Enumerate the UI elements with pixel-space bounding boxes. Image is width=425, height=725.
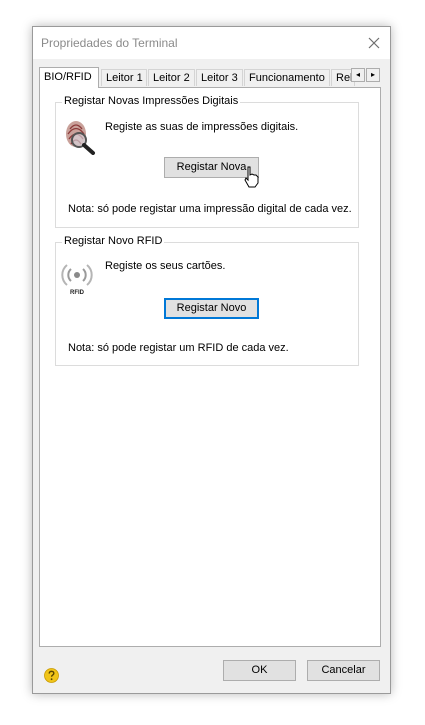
cancel-button[interactable]: Cancelar bbox=[307, 660, 380, 681]
tab-bio-rfid[interactable]: BIO/RFID bbox=[39, 67, 99, 88]
fingerprint-note: Nota: só pode registar uma impressão dig… bbox=[68, 203, 352, 215]
hand-cursor-icon bbox=[244, 166, 259, 188]
terminal-properties-dialog: Propriedades do Terminal BIO/RFID Leitor… bbox=[32, 26, 391, 694]
rfid-description: Registe os seus cartões. bbox=[105, 260, 226, 272]
title-bar: Propriedades do Terminal bbox=[33, 27, 390, 59]
fingerprint-description: Registe as suas de impressões digitais. bbox=[105, 121, 299, 133]
tab-funcionamento[interactable]: Funcionamento bbox=[244, 69, 330, 86]
group-title-rfid: Registar Novo RFID bbox=[62, 235, 165, 247]
rfid-icon-label: RFID bbox=[70, 290, 85, 296]
tab-label: Funcionamento bbox=[249, 72, 325, 84]
close-icon[interactable] bbox=[365, 34, 383, 52]
tab-scroll-buttons: ◂ ▸ bbox=[351, 68, 382, 83]
tab-label: Leitor 1 bbox=[106, 72, 143, 84]
window-title: Propriedades do Terminal bbox=[41, 36, 178, 50]
group-fingerprint: Registar Novas Impressões Digitais Regis… bbox=[55, 95, 359, 228]
tab-scroll-right-icon[interactable]: ▸ bbox=[366, 68, 380, 82]
tab-leitor-2[interactable]: Leitor 2 bbox=[148, 69, 195, 86]
rfid-icon: RFID bbox=[61, 264, 93, 296]
group-rfid: Registar Novo RFID RFID Registe os seus … bbox=[55, 235, 359, 366]
tab-scroll-left-icon[interactable]: ◂ bbox=[351, 68, 365, 82]
ok-button[interactable]: OK bbox=[223, 660, 296, 681]
tab-strip: BIO/RFID Leitor 1 Leitor 2 Leitor 3 Func… bbox=[39, 67, 382, 88]
help-icon[interactable] bbox=[44, 668, 59, 683]
tab-label: Leitor 3 bbox=[201, 72, 238, 84]
tab-leitor-1[interactable]: Leitor 1 bbox=[101, 69, 147, 86]
group-title-fingerprint: Registar Novas Impressões Digitais bbox=[62, 95, 241, 107]
tab-label: BIO/RFID bbox=[44, 71, 92, 83]
tab-label: Leitor 2 bbox=[153, 72, 190, 84]
rfid-note: Nota: só pode registar um RFID de cada v… bbox=[68, 342, 289, 354]
register-rfid-button[interactable]: Registar Novo bbox=[164, 298, 259, 319]
tab-leitor-3[interactable]: Leitor 3 bbox=[196, 69, 243, 86]
tab-panel-bio-rfid: Registar Novas Impressões Digitais Regis… bbox=[39, 87, 381, 647]
fingerprint-magnifier-icon bbox=[66, 121, 95, 155]
